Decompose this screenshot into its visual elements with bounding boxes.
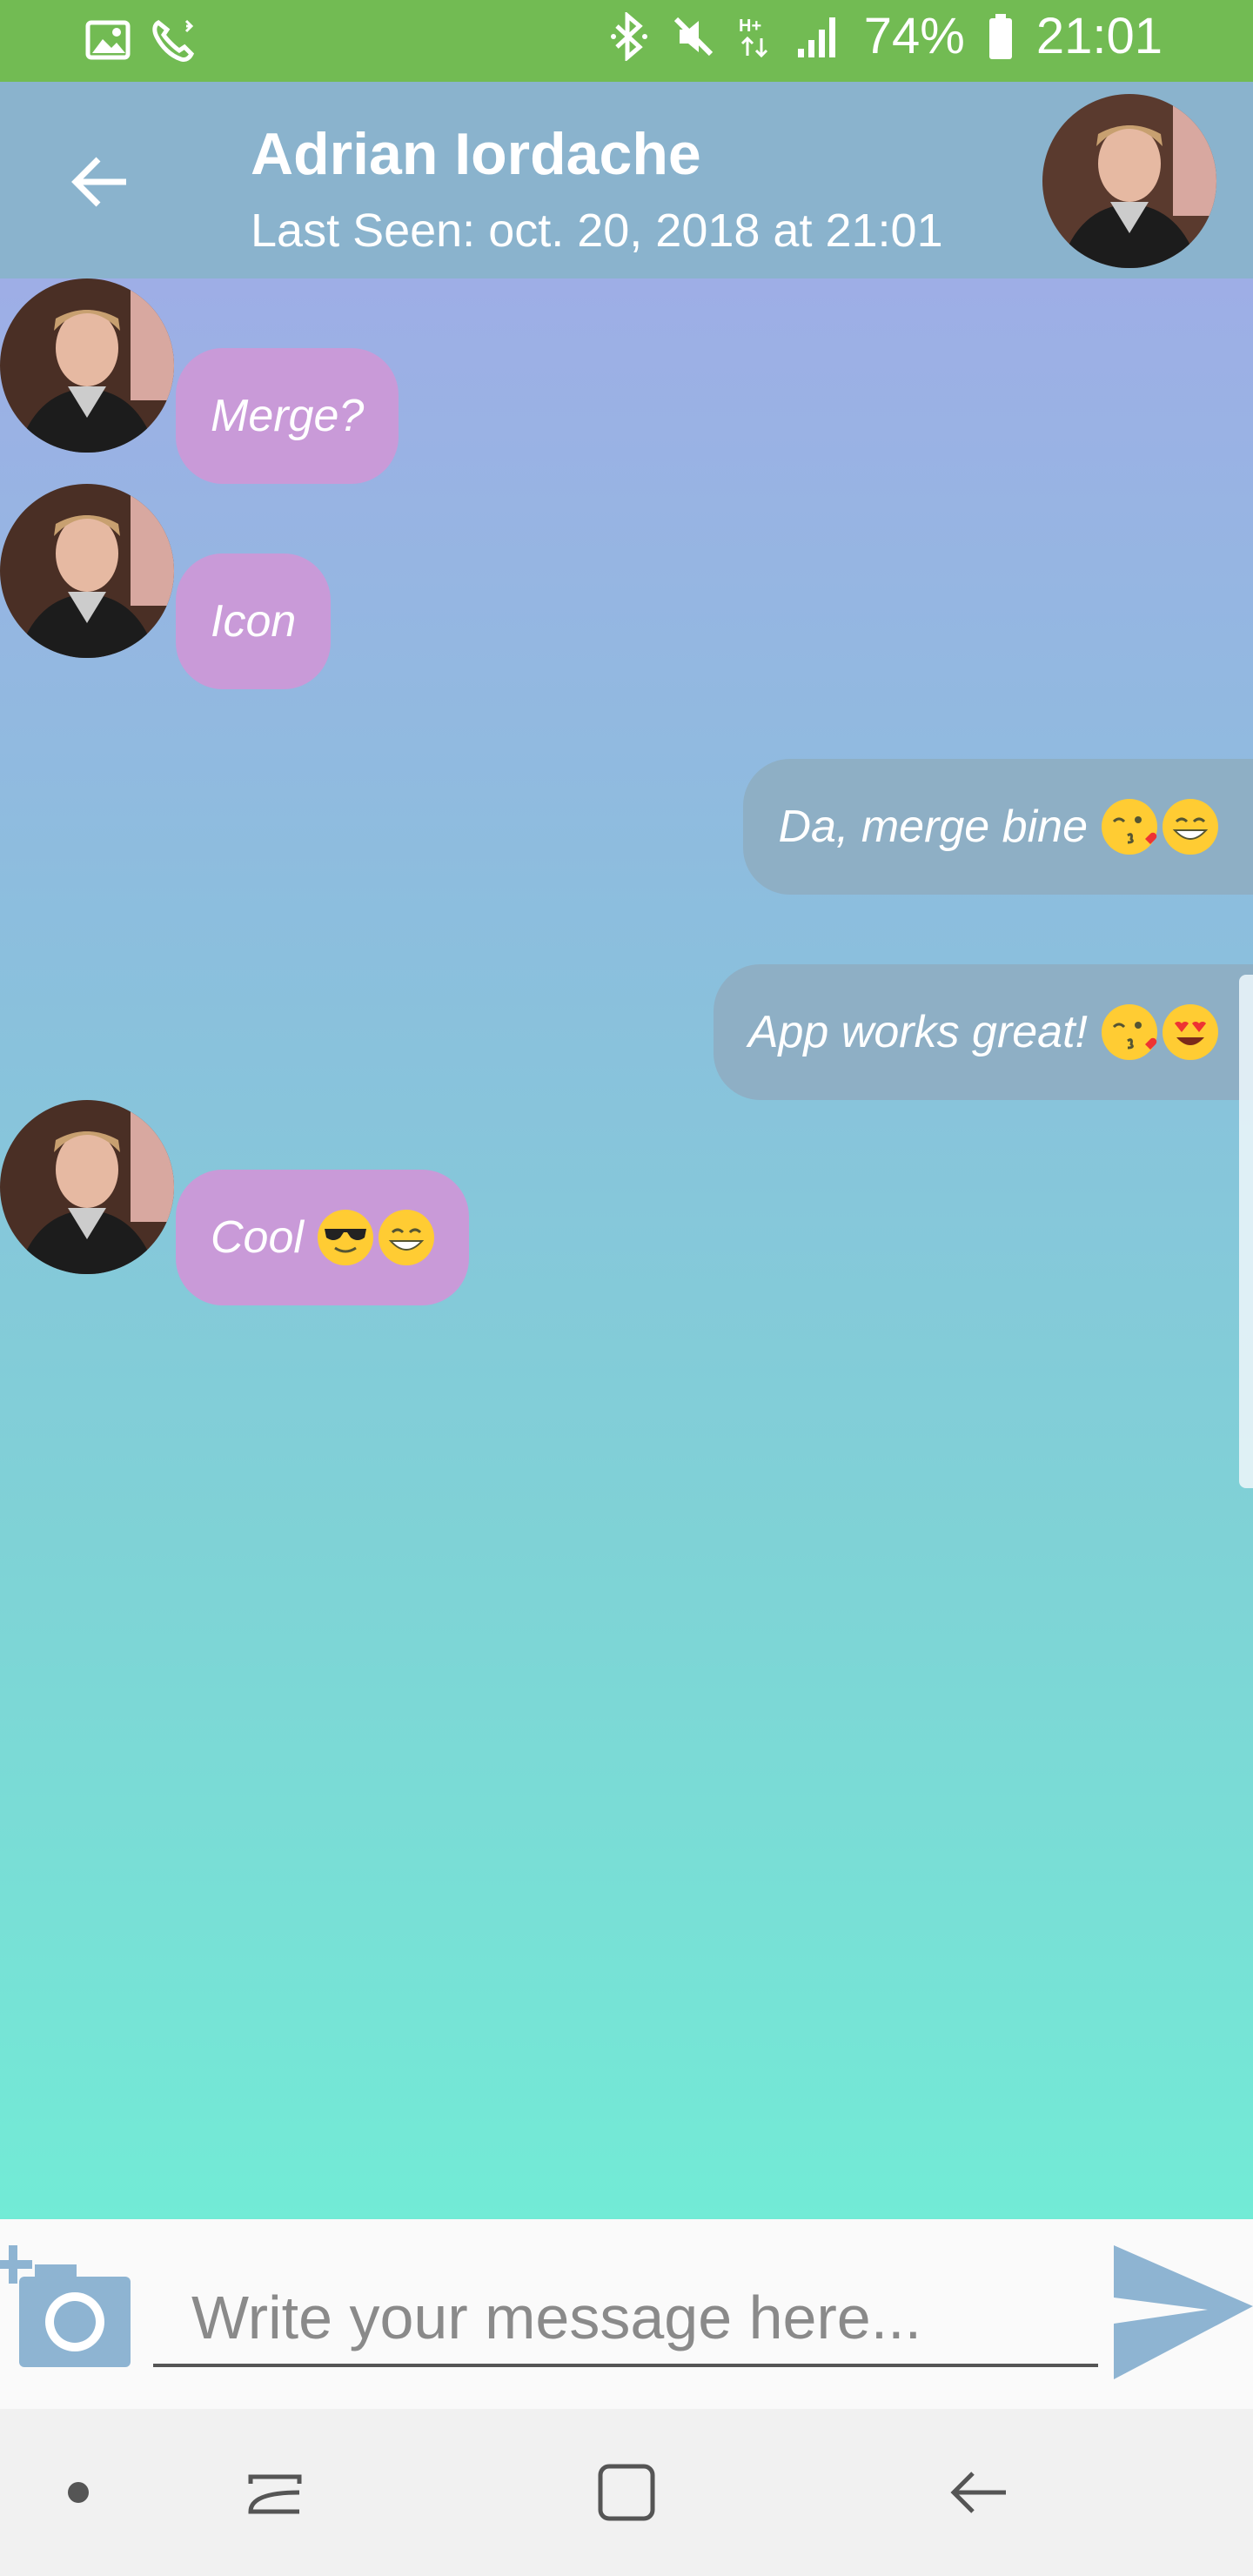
- dot-icon: [68, 2482, 89, 2503]
- grin-emoji: [1163, 799, 1218, 855]
- message-bubble-incoming[interactable]: Icon: [176, 553, 332, 689]
- bluetooth-icon: [610, 11, 648, 61]
- home-button[interactable]: [583, 2449, 670, 2536]
- sunglasses-emoji: [317, 1210, 373, 1265]
- message-text: Icon: [211, 596, 297, 647]
- add-photo-icon: [0, 2245, 131, 2367]
- message-text: App works great!: [747, 1007, 1088, 1057]
- message-bubble-outgoing[interactable]: Da, merge bine: [743, 759, 1253, 895]
- message-text: Da, merge bine: [778, 802, 1088, 852]
- system-navigation-bar: [0, 2409, 1253, 2576]
- battery-icon: [988, 12, 1014, 61]
- hplus-icon: H+: [739, 14, 774, 59]
- mute-icon: [671, 14, 716, 59]
- arrow-left-icon: [71, 157, 126, 207]
- nav-dot-button[interactable]: [35, 2449, 122, 2536]
- message-list[interactable]: Merge? Icon Da, merge bine App works gre…: [0, 278, 1253, 2219]
- message-text: Merge?: [211, 391, 365, 441]
- send-button[interactable]: [1112, 2219, 1253, 2409]
- contact-name[interactable]: Adrian Iordache: [251, 120, 701, 188]
- add-photo-button[interactable]: [0, 2219, 139, 2409]
- wifi-call-icon: [150, 17, 198, 63]
- send-icon: [1114, 2245, 1253, 2379]
- message-composer: [0, 2219, 1253, 2409]
- recent-apps-icon: [248, 2474, 302, 2514]
- kiss-emoji: [1102, 1004, 1157, 1060]
- status-bar: H+ 74% 21:01: [0, 0, 1253, 82]
- message-bubble-incoming[interactable]: Cool: [176, 1170, 469, 1305]
- battery-percentage: 74%: [863, 8, 965, 64]
- message-input[interactable]: [153, 2271, 1098, 2367]
- message-bubble-outgoing[interactable]: App works great!: [713, 964, 1253, 1100]
- last-seen-text: Last Seen: oct. 20, 2018 at 21:01: [251, 205, 943, 257]
- chat-header: Adrian Iordache Last Seen: oct. 20, 2018…: [0, 82, 1253, 278]
- scrollbar-thumb[interactable]: [1239, 975, 1253, 1488]
- sender-avatar[interactable]: [0, 278, 174, 453]
- signal-icon: [796, 14, 841, 59]
- image-icon: [85, 20, 131, 60]
- home-square-icon: [598, 2464, 655, 2521]
- sender-avatar[interactable]: [0, 484, 174, 658]
- svg-text:H+: H+: [739, 17, 761, 36]
- clock: 21:01: [1035, 8, 1163, 64]
- back-nav-button[interactable]: [935, 2449, 1022, 2536]
- kiss-emoji: [1102, 799, 1157, 855]
- recent-apps-button[interactable]: [231, 2449, 318, 2536]
- sender-avatar[interactable]: [0, 1100, 174, 1274]
- grin-emoji: [378, 1210, 434, 1265]
- message-text: Cool: [211, 1212, 304, 1263]
- contact-avatar[interactable]: [1042, 94, 1216, 268]
- message-bubble-incoming[interactable]: Merge?: [176, 348, 399, 484]
- heart-eyes-emoji: [1163, 1004, 1218, 1060]
- back-arrow-icon: [950, 2472, 1006, 2513]
- back-button[interactable]: [61, 143, 139, 221]
